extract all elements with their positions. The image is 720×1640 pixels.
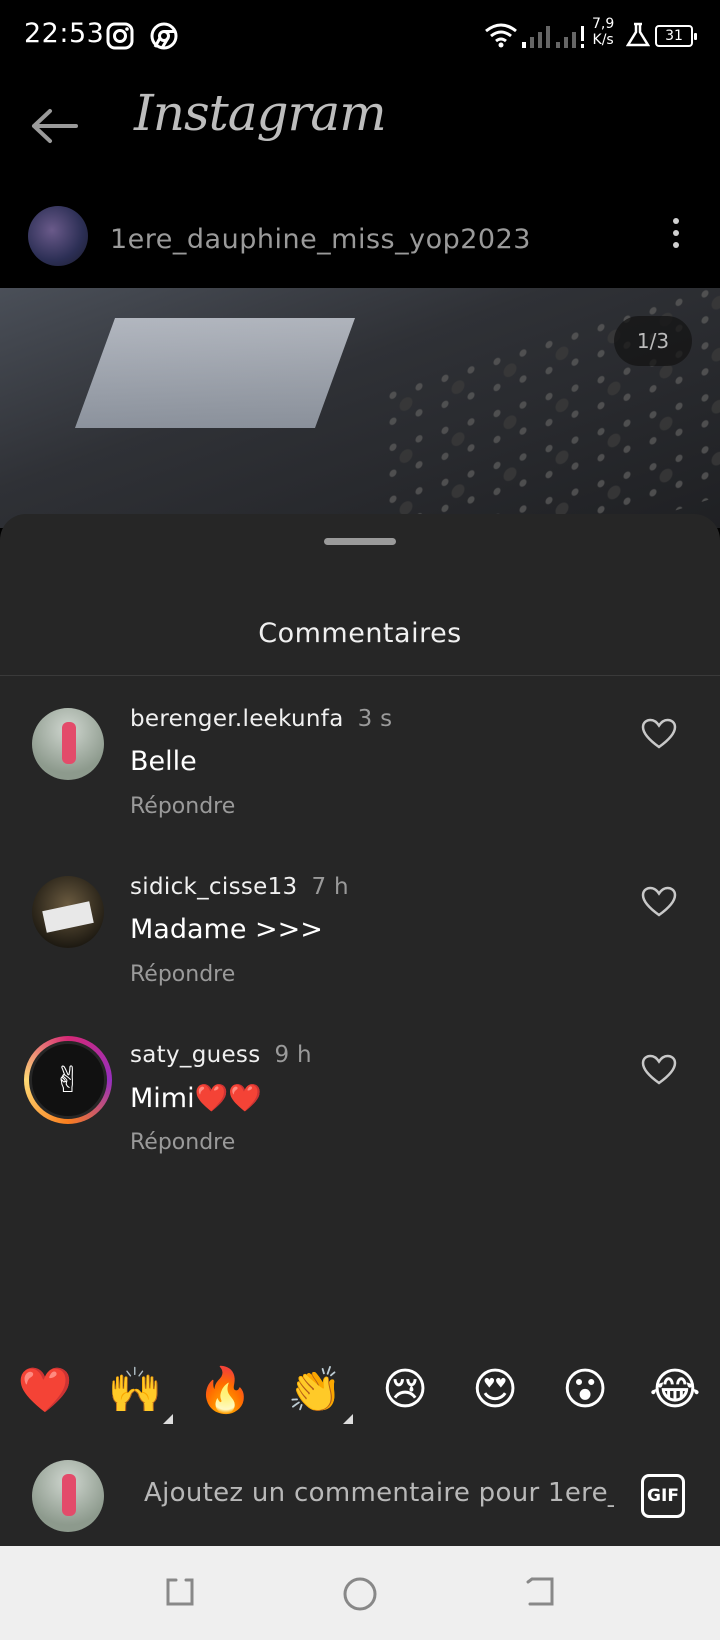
reaction-surprised[interactable]: 😮 xyxy=(555,1364,615,1415)
comment-username[interactable]: saty_guess xyxy=(130,1042,261,1068)
app-title: Instagram xyxy=(134,84,387,142)
reaction-laughing[interactable]: 😂 xyxy=(645,1364,705,1415)
reaction-glyph: 🙌 xyxy=(107,1365,163,1416)
reply-button[interactable]: Répondre xyxy=(130,962,235,987)
status-bar: 22:53 7,9 K/s 31 xyxy=(0,0,720,72)
comment-header: sidick_cisse13 7 h xyxy=(130,874,349,900)
back-icon[interactable] xyxy=(524,1576,556,1612)
reply-button[interactable]: Répondre xyxy=(130,1130,235,1155)
post-author-avatar[interactable] xyxy=(28,206,88,266)
skin-tone-indicator xyxy=(343,1414,353,1424)
reaction-raising-hands[interactable]: 🙌 xyxy=(105,1364,173,1424)
reaction-glyph: 👏 xyxy=(287,1365,343,1416)
avatar-story-ring[interactable]: ✌ xyxy=(24,1036,112,1124)
comment-username[interactable]: sidick_cisse13 xyxy=(130,874,297,900)
avatar xyxy=(32,1460,104,1532)
comment-item: sidick_cisse13 7 h Madame >>> Répondre xyxy=(0,854,720,1004)
heart-icon[interactable] xyxy=(641,886,677,922)
network-speed-unit: K/s xyxy=(592,32,614,48)
flask-icon xyxy=(625,22,651,52)
post-header: 1ere_dauphine_miss_yop2023 xyxy=(0,196,720,282)
sheet-title: Commentaires xyxy=(258,618,462,649)
system-nav-bar xyxy=(0,1546,720,1640)
network-speed: 7,9 K/s xyxy=(592,16,614,48)
comment-time: 7 h xyxy=(311,874,349,900)
reaction-clapping[interactable]: 👏 xyxy=(285,1364,353,1424)
comment-username[interactable]: berenger.leekunfa xyxy=(130,706,344,732)
heart-icon[interactable] xyxy=(641,718,677,754)
heart-icon[interactable] xyxy=(641,1054,677,1090)
comment-composer: Ajoutez un commentaire pour 1ere_d GIF xyxy=(0,1448,720,1544)
skin-tone-indicator xyxy=(163,1414,173,1424)
comment-text: Belle xyxy=(130,746,197,777)
reaction-crying[interactable]: 😢 xyxy=(375,1364,435,1415)
comment-text: Mimi❤️❤️ xyxy=(130,1083,262,1114)
comment-time: 3 s xyxy=(357,706,393,732)
reaction-heart[interactable]: ❤️ xyxy=(15,1364,75,1416)
chrome-icon xyxy=(150,22,178,54)
comment-header: berenger.leekunfa 3 s xyxy=(130,706,392,732)
network-speed-value: 7,9 xyxy=(592,16,615,32)
instagram-icon xyxy=(106,22,134,54)
recents-icon[interactable] xyxy=(164,1576,196,1612)
comments-sheet: Commentaires berenger.leekunfa 3 s Belle … xyxy=(0,514,720,1546)
reply-button[interactable]: Répondre xyxy=(130,794,235,819)
signal-icon xyxy=(522,24,554,52)
status-time: 22:53 xyxy=(24,18,105,49)
avatar[interactable] xyxy=(32,876,104,948)
comment-item: berenger.leekunfa 3 s Belle Répondre xyxy=(0,686,720,836)
gif-button[interactable]: GIF xyxy=(641,1474,685,1518)
more-vertical-icon[interactable] xyxy=(670,218,682,254)
divider xyxy=(0,675,720,676)
sheet-drag-handle[interactable] xyxy=(324,538,396,545)
carousel-pager: 1/3 xyxy=(614,316,692,366)
comment-input[interactable]: Ajoutez un commentaire pour 1ere_d xyxy=(144,1478,614,1508)
home-icon[interactable] xyxy=(342,1576,378,1616)
wifi-icon xyxy=(484,22,518,52)
battery-icon: 31 xyxy=(655,25,697,47)
quick-reactions-bar: ❤️ 🙌 🔥 👏 😢 😍 😮 😂 xyxy=(0,1364,720,1432)
post-author-username[interactable]: 1ere_dauphine_miss_yop2023 xyxy=(110,224,531,255)
comment-header: saty_guess 9 h xyxy=(130,1042,312,1068)
comment-text: Madame >>> xyxy=(130,914,323,945)
post-photo[interactable] xyxy=(0,288,720,528)
photo-content xyxy=(74,318,356,428)
peace-hand-avatar: ✌ xyxy=(29,1041,107,1119)
back-arrow-icon[interactable] xyxy=(30,108,78,148)
signal-icon xyxy=(556,24,586,52)
comment-item: ✌ saty_guess 9 h Mimi❤️❤️ Répondre xyxy=(0,1022,720,1172)
avatar[interactable] xyxy=(32,708,104,780)
reaction-heart-eyes[interactable]: 😍 xyxy=(465,1364,525,1415)
comment-time: 9 h xyxy=(274,1042,312,1068)
reaction-fire[interactable]: 🔥 xyxy=(195,1364,255,1416)
